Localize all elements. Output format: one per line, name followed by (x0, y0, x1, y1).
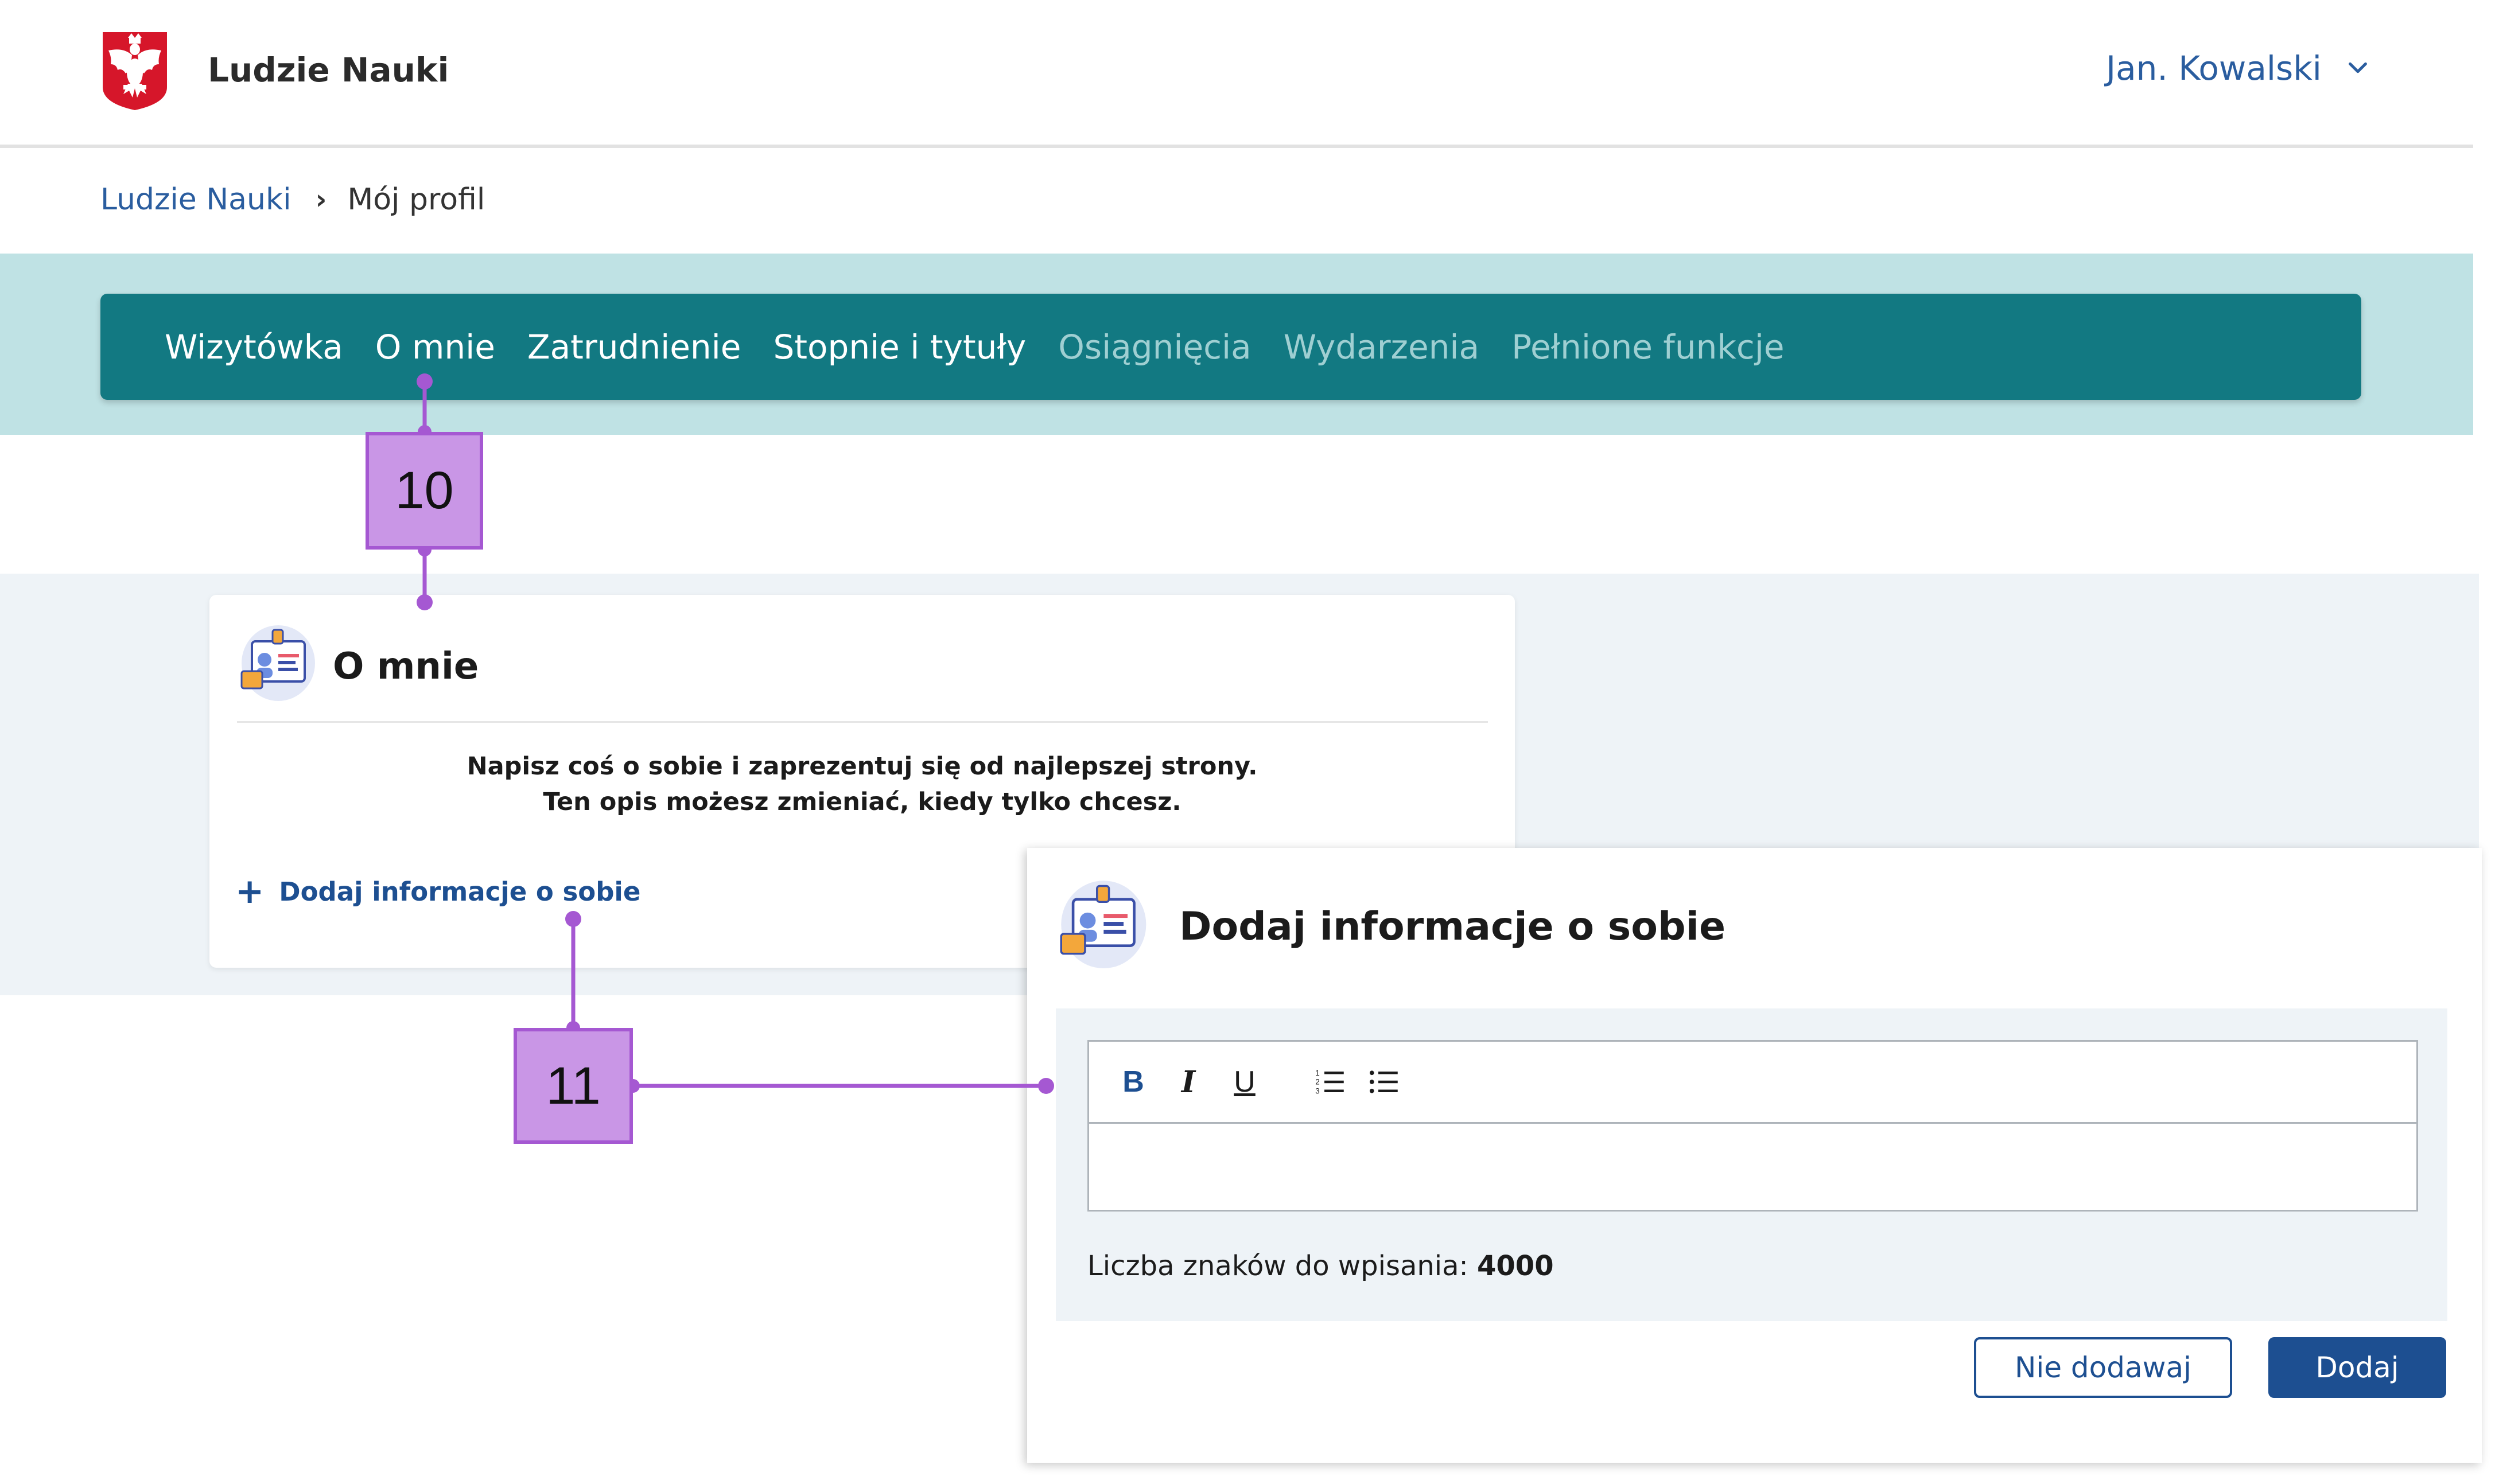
char-count: Liczba znaków do wpisania: 4000 (1087, 1250, 1554, 1282)
bold-button[interactable]: B (1113, 1059, 1153, 1105)
underline-button[interactable]: U (1225, 1059, 1265, 1105)
tab-pelnione-funkcje[interactable]: Pełnione funkcje (1511, 328, 1785, 367)
cancel-button[interactable]: Nie dodawaj (1974, 1337, 2232, 1398)
description-line-1: Napisz coś o sobie i zaprezentuj się od … (467, 752, 1258, 781)
profile-card-icon (1060, 881, 1146, 969)
callout-10: 10 (366, 432, 483, 550)
profile-tabbar: Wizytówka O mnie Zatrudnienie Stopnie i … (100, 294, 2361, 400)
bullet-list-button[interactable] (1363, 1059, 1404, 1105)
user-menu[interactable]: Jan. Kowalski (2106, 49, 2371, 88)
user-name[interactable]: Jan. Kowalski (2106, 49, 2322, 88)
breadcrumb-separator: › (315, 184, 327, 216)
editor-panel: B I U 1 2 3 Liczba znaków do wpisania: 4… (1056, 1008, 2447, 1321)
add-info-dialog: Dodaj informacje o sobie B I U 1 2 3 Lic… (1027, 848, 2482, 1463)
tab-zatrudnienie[interactable]: Zatrudnienie (527, 328, 741, 367)
profile-card-icon (240, 625, 315, 701)
svg-text:3: 3 (1315, 1086, 1320, 1095)
breadcrumb: Ludzie Nauki › Mój profil (100, 182, 485, 217)
tab-o-mnie[interactable]: O mnie (375, 328, 495, 367)
char-count-label: Liczba znaków do wpisania: (1087, 1250, 1468, 1282)
char-count-value: 4000 (1477, 1250, 1554, 1282)
polish-eagle-logo (103, 32, 167, 110)
breadcrumb-home[interactable]: Ludzie Nauki (100, 182, 292, 217)
dialog-title: Dodaj informacje o sobie (1179, 904, 1726, 949)
bullet-list-icon[interactable] (1368, 1066, 1399, 1097)
editor-text-area[interactable] (1089, 1124, 2416, 1210)
svg-text:2: 2 (1315, 1078, 1320, 1086)
ordered-list-button[interactable]: 1 2 3 (1309, 1059, 1350, 1105)
editor-toolbar: B I U 1 2 3 (1089, 1042, 2416, 1124)
about-card-title: O mnie (333, 645, 479, 688)
about-card-description: Napisz coś o sobie i zaprezentuj się od … (209, 749, 1515, 820)
callout-11: 11 (514, 1028, 633, 1144)
description-line-2: Ten opis możesz zmieniać, kiedy tylko ch… (543, 788, 1182, 816)
svg-text:1: 1 (1315, 1069, 1320, 1077)
italic-button[interactable]: I (1168, 1059, 1208, 1105)
rich-text-editor: B I U 1 2 3 (1087, 1040, 2418, 1212)
add-info-link[interactable]: + Dodaj informacje o sobie (235, 871, 640, 912)
add-button[interactable]: Dodaj (2268, 1337, 2446, 1398)
tab-stopnie-i-tytuly[interactable]: Stopnie i tytuły (773, 328, 1026, 367)
top-header: Ludzie Nauki Jan. Kowalski (0, 0, 2473, 148)
tab-wydarzenia[interactable]: Wydarzenia (1284, 328, 1479, 367)
plus-icon[interactable]: + (235, 871, 264, 912)
app-title: Ludzie Nauki (208, 50, 449, 89)
ordered-list-icon[interactable]: 1 2 3 (1314, 1066, 1345, 1097)
chevron-down-icon[interactable] (2345, 55, 2371, 81)
tab-wizytowka[interactable]: Wizytówka (165, 328, 343, 367)
divider (237, 721, 1488, 723)
add-info-label[interactable]: Dodaj informacje o sobie (279, 877, 640, 907)
breadcrumb-current: Mój profil (347, 182, 485, 217)
tab-osiagniecia[interactable]: Osiągnięcia (1058, 328, 1251, 367)
